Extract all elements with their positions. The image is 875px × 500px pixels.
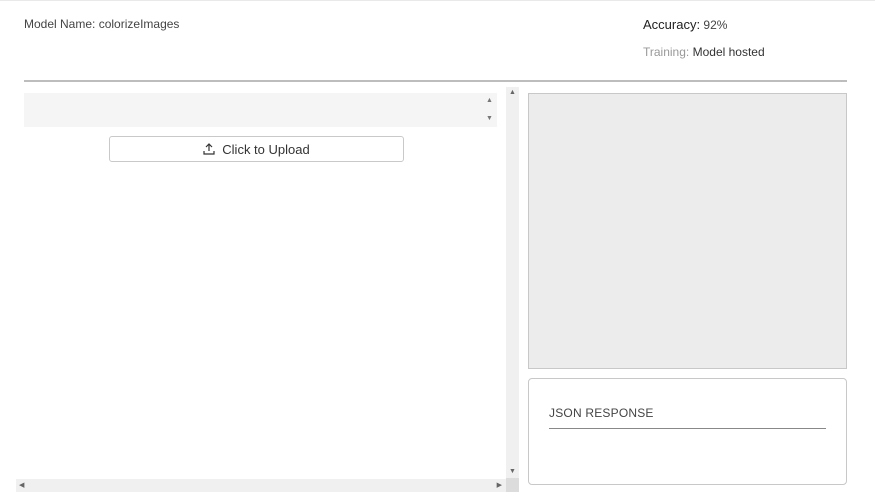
file-list-scroll-up-icon[interactable]: ▲ — [486, 97, 493, 105]
training-value: Model hosted — [692, 45, 765, 59]
accuracy-label: Accuracy: — [643, 17, 701, 32]
training-status: Training: Model hosted — [643, 45, 765, 59]
model-name-label: Model Name: — [24, 17, 96, 31]
scroll-left-icon[interactable]: ◀ — [19, 481, 24, 489]
file-list-scroller[interactable]: ▲ ▼ — [483, 93, 497, 127]
json-response-label: JSON RESPONSE — [549, 406, 654, 420]
horizontal-scrollbar[interactable]: ◀ ▶ — [16, 479, 506, 492]
vertical-scrollbar[interactable]: ▲ ▼ — [506, 87, 519, 478]
upload-icon — [203, 143, 215, 155]
scrollbar-corner — [506, 478, 519, 492]
training-label: Training: — [643, 45, 690, 59]
accuracy-value: 92% — [703, 18, 728, 32]
json-response-divider — [549, 428, 826, 429]
upload-button-label: Click to Upload — [222, 141, 310, 157]
app-frame: Model Name: colorizeImages Accuracy: 92%… — [0, 0, 875, 500]
input-pane: ▲ ▼ Click to Upload — [24, 87, 519, 493]
file-list-scroll-down-icon[interactable]: ▼ — [486, 115, 493, 123]
scroll-up-icon[interactable]: ▲ — [509, 89, 516, 96]
scroll-down-icon[interactable]: ▼ — [509, 468, 516, 475]
accuracy: Accuracy: 92% — [643, 17, 727, 32]
model-name: Model Name: colorizeImages — [24, 17, 179, 31]
json-response-panel: JSON RESPONSE — [528, 378, 847, 485]
file-list[interactable] — [24, 93, 497, 127]
model-name-value: colorizeImages — [98, 17, 180, 31]
upload-button[interactable]: Click to Upload — [109, 136, 404, 162]
scroll-right-icon[interactable]: ▶ — [497, 481, 502, 489]
output-image-preview — [528, 93, 847, 369]
header-divider — [24, 80, 847, 82]
